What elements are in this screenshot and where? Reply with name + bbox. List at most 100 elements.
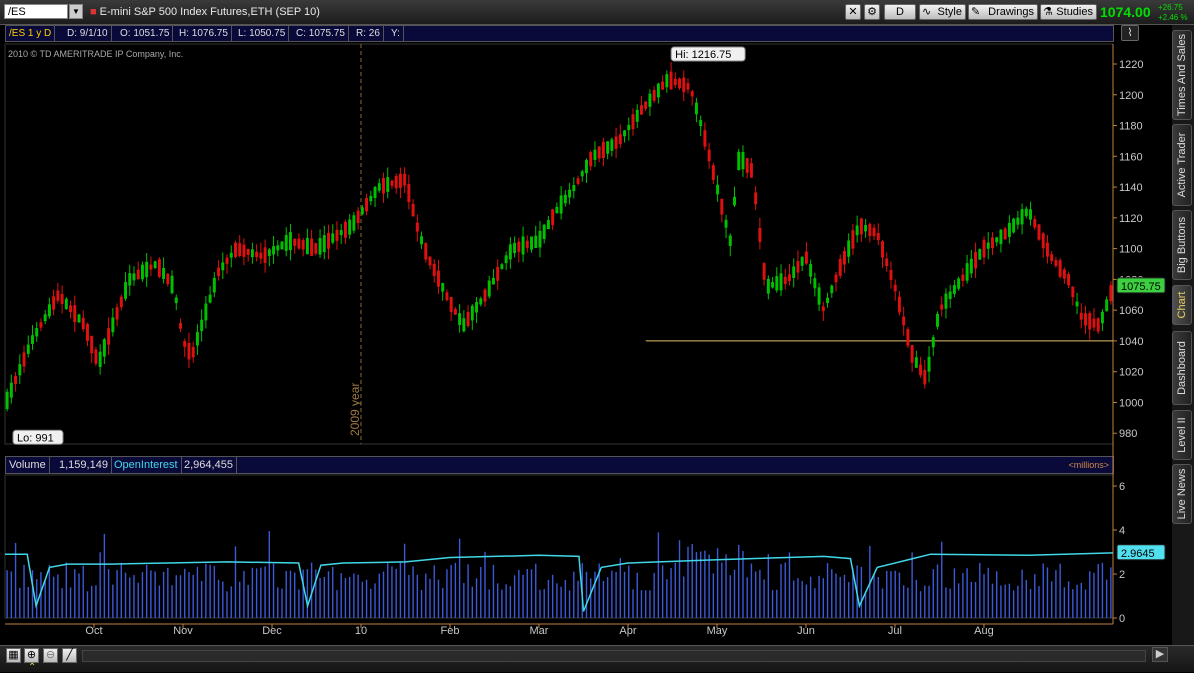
- candle-body: [563, 194, 567, 204]
- drawing-line-icon[interactable]: ╱: [62, 648, 77, 663]
- price-chart[interactable]: 9801000102010401060108011001120114011601…: [0, 0, 1172, 645]
- candle-body: [403, 173, 407, 186]
- candle-body: [733, 196, 736, 206]
- tab-times-and-sales[interactable]: Times And Sales: [1172, 30, 1192, 120]
- candle-body: [390, 180, 394, 186]
- candle-body: [348, 219, 352, 235]
- candle-body: [1079, 312, 1083, 320]
- candle-body: [453, 309, 457, 315]
- candle-body: [749, 163, 753, 178]
- candle-body: [221, 262, 225, 271]
- expand-icon[interactable]: ⌃: [28, 662, 36, 673]
- time-tick-label: Mar: [529, 625, 548, 637]
- candle-body: [652, 89, 656, 101]
- candle-body: [255, 251, 259, 258]
- time-tick-label: 10: [355, 625, 367, 637]
- candle-body: [534, 235, 538, 248]
- price-tick-label: 1040: [1119, 336, 1143, 348]
- candle-body: [809, 264, 813, 277]
- candle-body: [31, 335, 34, 344]
- tab-live-news[interactable]: Live News: [1172, 464, 1192, 524]
- candle-body: [98, 351, 102, 367]
- candle-body: [661, 81, 665, 90]
- candle-body: [77, 314, 81, 323]
- candle-body: [766, 278, 770, 294]
- candle-body: [754, 192, 758, 205]
- high-label-text: Hi: 1216.75: [675, 49, 731, 61]
- candle-body: [859, 218, 863, 235]
- price-tick-label: 1160: [1119, 151, 1143, 163]
- tab-chart[interactable]: Chart: [1172, 285, 1192, 325]
- grid-icon[interactable]: ▦: [6, 648, 21, 663]
- candle-body: [90, 335, 94, 354]
- candle-body: [246, 249, 250, 256]
- open-interest-tag: 2.9645: [1116, 544, 1166, 561]
- time-tick-label: Feb: [440, 625, 459, 637]
- zoom-out-icon[interactable]: ⊖: [43, 648, 58, 663]
- candle-body: [43, 314, 47, 322]
- candle-body: [1003, 228, 1007, 240]
- zoom-in-icon[interactable]: ⊕: [24, 648, 39, 663]
- candle-body: [153, 261, 157, 268]
- candle-body: [1024, 208, 1028, 217]
- candle-body: [487, 280, 491, 297]
- candle-body: [1075, 301, 1079, 307]
- candle-body: [1007, 222, 1011, 237]
- candle-body: [382, 177, 385, 194]
- candle-body: [267, 249, 271, 257]
- tab-times-and-sales-label: Times And Sales: [1176, 33, 1188, 117]
- scroll-right-icon[interactable]: ▶: [1152, 647, 1168, 662]
- candle-body: [170, 275, 174, 294]
- last-price-tag: 1075.75: [1116, 277, 1166, 294]
- candle-body: [301, 240, 305, 250]
- tab-level-ii[interactable]: Level II: [1172, 410, 1192, 460]
- candle-body: [855, 225, 859, 236]
- candle-body: [449, 296, 453, 313]
- tab-big-buttons[interactable]: Big Buttons: [1172, 210, 1192, 280]
- candle-body: [851, 230, 855, 249]
- candle-body: [559, 195, 563, 214]
- candle-body: [982, 239, 986, 258]
- candle-body: [931, 337, 935, 348]
- candle-body: [906, 329, 910, 346]
- candle-body: [830, 285, 834, 294]
- candle-body: [889, 270, 893, 281]
- candle-body: [720, 198, 724, 215]
- candle-body: [673, 78, 677, 86]
- tab-live-news-label: Live News: [1176, 468, 1188, 520]
- candle-body: [1029, 209, 1033, 220]
- candle-body: [187, 343, 191, 360]
- candle-body: [322, 235, 326, 252]
- candle-body: [470, 305, 474, 321]
- candle-body: [9, 382, 13, 398]
- candle-body: [293, 238, 297, 246]
- candle-body: [22, 352, 26, 367]
- candle-body: [331, 233, 335, 243]
- tab-active-trader[interactable]: Active Trader: [1172, 124, 1192, 206]
- candle-body: [631, 114, 635, 130]
- candle-body: [627, 124, 631, 131]
- candle-body: [1050, 254, 1054, 261]
- candle-body: [585, 159, 588, 174]
- tab-dashboard[interactable]: Dashboard: [1172, 331, 1192, 405]
- candle-body: [813, 278, 817, 289]
- candle-body: [1041, 233, 1045, 249]
- candle-body: [969, 258, 973, 274]
- candle-body: [318, 238, 322, 255]
- volume-tick-label: 6: [1119, 481, 1125, 493]
- candle-body: [394, 175, 398, 189]
- candle-body: [145, 261, 149, 278]
- candle-body: [14, 375, 18, 384]
- candle-body: [436, 270, 440, 287]
- candle-body: [623, 130, 627, 137]
- volume-tick-label: 2: [1119, 569, 1125, 581]
- candle-body: [1037, 224, 1041, 240]
- candle-body: [944, 293, 948, 309]
- horizontal-scrollbar[interactable]: [82, 650, 1146, 662]
- candle-body: [580, 171, 584, 177]
- candle-body: [923, 369, 927, 385]
- price-tick-label: 1200: [1119, 90, 1143, 102]
- candle-body: [208, 294, 212, 303]
- candle-body: [343, 221, 347, 238]
- candle-body: [961, 274, 965, 281]
